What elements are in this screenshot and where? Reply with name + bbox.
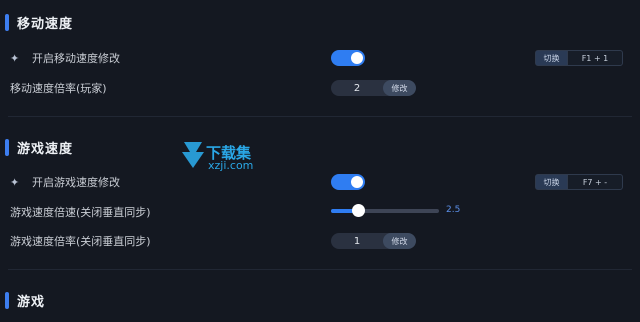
game-speed-slider[interactable] [331,204,439,217]
hotkey-switch-button[interactable]: 切换 [536,51,568,65]
modify-button[interactable]: 修改 [383,233,416,249]
hotkey-switch-button[interactable]: 切换 [536,175,568,189]
section-accent-bar [5,138,9,156]
watermark-logo: 下载集 xzji.com [180,140,280,176]
slider-handle[interactable] [352,204,365,217]
section-accent-bar [5,291,9,309]
section-move-speed-header: 移动速度 [0,12,73,32]
move-speed-hotkey: 切换 F1 + 1 [535,50,623,66]
sparkle-icon: ✦ [10,51,20,65]
move-speed-toggle[interactable] [331,50,365,66]
move-speed-multiplier-row: 移动速度倍率(玩家) [10,80,107,96]
multiplier-value[interactable]: 1 [331,233,383,249]
game-speed-toggle[interactable] [331,174,365,190]
game-speed-multiplier-label: 游戏速度倍率(关闭垂直同步) [10,235,151,248]
game-speed-slider-row: 游戏速度倍速(关闭垂直同步) [10,204,151,220]
modify-button[interactable]: 修改 [383,80,416,96]
section-accent-bar [5,13,9,31]
section-title: 游戏速度 [17,141,74,157]
section-title: 移动速度 [17,16,74,32]
toggle-knob [351,176,363,188]
sparkle-icon: ✦ [10,175,20,189]
move-speed-multiplier-stepper: 2 修改 [331,80,416,96]
move-speed-multiplier-label: 移动速度倍率(玩家) [10,82,107,95]
section-title: 游戏 [17,294,46,310]
game-speed-multiplier-stepper: 1 修改 [331,233,416,249]
section-game-speed-header: 游戏速度 [0,137,73,157]
move-speed-enable-row: ✦ 开启移动速度修改 [10,50,120,66]
game-speed-enable-label: 开启游戏速度修改 [32,176,120,189]
toggle-knob [351,52,363,64]
multiplier-value[interactable]: 2 [331,80,383,96]
download-arrow-icon [182,142,204,168]
section-divider [8,269,632,270]
game-speed-slider-label: 游戏速度倍速(关闭垂直同步) [10,206,151,219]
hotkey-keys: F1 + 1 [581,53,609,63]
game-speed-hotkey: 切换 F7 + - [535,174,623,190]
game-speed-multiplier-row: 游戏速度倍率(关闭垂直同步) [10,233,151,249]
hotkey-keys: F7 + - [582,177,608,187]
watermark-url: xzji.com [208,159,254,172]
section-divider [8,116,632,117]
game-speed-enable-row: ✦ 开启游戏速度修改 [10,174,120,190]
section-game-header: 游戏 [0,290,45,310]
move-speed-enable-label: 开启移动速度修改 [32,52,120,65]
slider-value: 2.5 [446,205,461,215]
